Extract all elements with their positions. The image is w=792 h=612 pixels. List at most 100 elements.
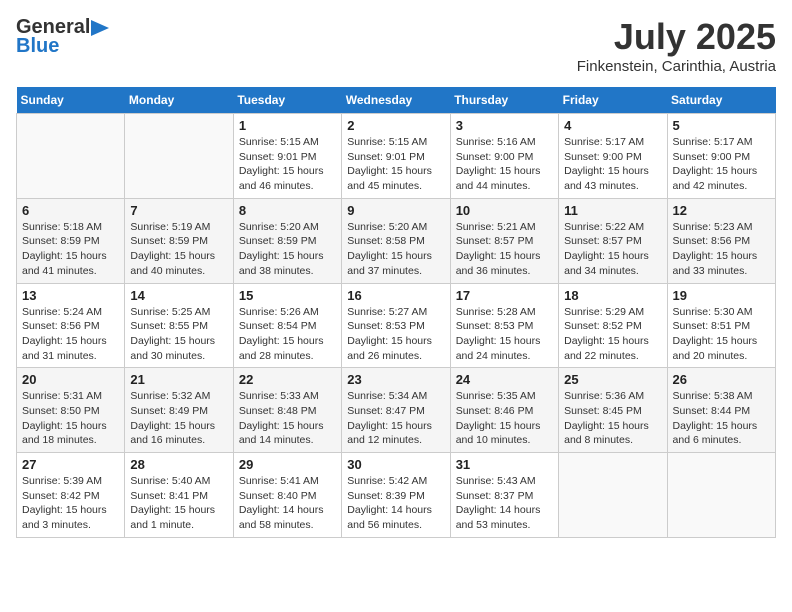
calendar-day-cell: 2Sunrise: 5:15 AMSunset: 9:01 PMDaylight… [342, 114, 450, 199]
day-number: 22 [239, 372, 336, 387]
calendar-day-cell: 19 Sunrise: 5:30 AMSunset: 8:51 PMDayligh… [667, 283, 775, 368]
weekday-header-sunday: Sunday [17, 87, 125, 114]
day-detail: Sunrise: 5:19 AMSunset: 8:59 PMDaylight:… [130, 221, 215, 277]
day-number: 13 [22, 288, 119, 303]
calendar-day-cell: 18Sunrise: 5:29 AMSunset: 8:52 PMDayligh… [559, 283, 667, 368]
day-number: 3 [456, 118, 553, 133]
day-number: 28 [130, 457, 227, 472]
calendar-day-cell [17, 114, 125, 199]
day-number: 18 [564, 288, 661, 303]
calendar-day-cell: 31Sunrise: 5:43 AMSunset: 8:37 PMDayligh… [450, 453, 558, 538]
day-detail: Sunrise: 5:41 AMSunset: 8:40 PMDaylight:… [239, 475, 324, 531]
weekday-header-saturday: Saturday [667, 87, 775, 114]
calendar-day-cell: 30 Sunrise: 5:42 AMSunset: 8:39 PMDayligh… [342, 453, 450, 538]
calendar-day-cell: 26 Sunrise: 5:38 AMSunset: 8:44 PMDayligh… [667, 368, 775, 453]
day-number: 6 [22, 203, 119, 218]
day-number: 21 [130, 372, 227, 387]
day-number: 9 [347, 203, 444, 218]
calendar-day-cell: 20Sunrise: 5:31 AMSunset: 8:50 PMDayligh… [17, 368, 125, 453]
weekday-header-monday: Monday [125, 87, 233, 114]
calendar-day-cell: 27 Sunrise: 5:39 AMSunset: 8:42 PMDayligh… [17, 453, 125, 538]
day-number: 17 [456, 288, 553, 303]
calendar-day-cell [559, 453, 667, 538]
day-number: 5 [673, 118, 770, 133]
day-detail: Sunrise: 5:15 AMSunset: 9:01 PMDaylight:… [239, 136, 324, 192]
day-number: 14 [130, 288, 227, 303]
day-detail: Sunrise: 5:25 AMSunset: 8:55 PMDaylight:… [130, 306, 215, 362]
calendar-week-row: 13 Sunrise: 5:24 AMSunset: 8:56 PMDayligh… [17, 283, 776, 368]
day-detail: Sunrise: 5:27 AMSunset: 8:53 PMDaylight:… [347, 306, 432, 362]
location-title: Finkenstein, Carinthia, Austria [577, 58, 776, 75]
calendar-day-cell: 13 Sunrise: 5:24 AMSunset: 8:56 PMDayligh… [17, 283, 125, 368]
day-detail: Sunrise: 5:42 AMSunset: 8:39 PMDaylight:… [347, 475, 432, 531]
weekday-header-row: SundayMondayTuesdayWednesdayThursdayFrid… [17, 87, 776, 114]
day-number: 19 [673, 288, 770, 303]
page-header: General Blue July 2025 Finkenstein, Cari… [16, 16, 776, 75]
day-number: 8 [239, 203, 336, 218]
day-number: 24 [456, 372, 553, 387]
day-number: 10 [456, 203, 553, 218]
calendar-day-cell: 29Sunrise: 5:41 AMSunset: 8:40 PMDayligh… [233, 453, 341, 538]
day-number: 4 [564, 118, 661, 133]
day-detail: Sunrise: 5:43 AMSunset: 8:37 PMDaylight:… [456, 475, 541, 531]
calendar-day-cell: 7 Sunrise: 5:19 AMSunset: 8:59 PMDaylight… [125, 198, 233, 283]
calendar-day-cell: 24 Sunrise: 5:35 AMSunset: 8:46 PMDayligh… [450, 368, 558, 453]
day-detail: Sunrise: 5:24 AMSunset: 8:56 PMDaylight:… [22, 306, 107, 362]
weekday-header-tuesday: Tuesday [233, 87, 341, 114]
calendar-day-cell: 16 Sunrise: 5:27 AMSunset: 8:53 PMDayligh… [342, 283, 450, 368]
calendar-day-cell: 3 Sunrise: 5:16 AMSunset: 9:00 PMDaylight… [450, 114, 558, 199]
title-section: July 2025 Finkenstein, Carinthia, Austri… [577, 16, 776, 75]
calendar-day-cell: 25Sunrise: 5:36 AMSunset: 8:45 PMDayligh… [559, 368, 667, 453]
day-detail: Sunrise: 5:35 AMSunset: 8:46 PMDaylight:… [456, 390, 541, 446]
day-detail: Sunrise: 5:21 AMSunset: 8:57 PMDaylight:… [456, 221, 541, 277]
calendar-table: SundayMondayTuesdayWednesdayThursdayFrid… [16, 87, 776, 538]
day-number: 12 [673, 203, 770, 218]
calendar-week-row: 1 Sunrise: 5:15 AMSunset: 9:01 PMDaylight… [17, 114, 776, 199]
day-detail: Sunrise: 5:23 AMSunset: 8:56 PMDaylight:… [673, 221, 758, 277]
day-detail: Sunrise: 5:17 AMSunset: 9:00 PMDaylight:… [673, 136, 758, 192]
day-detail: Sunrise: 5:40 AMSunset: 8:41 PMDaylight:… [130, 475, 215, 531]
logo-blue-text: Blue [16, 35, 59, 58]
day-detail: Sunrise: 5:33 AMSunset: 8:48 PMDaylight:… [239, 390, 324, 446]
day-detail: Sunrise: 5:22 AMSunset: 8:57 PMDaylight:… [564, 221, 649, 277]
day-detail: Sunrise: 5:32 AMSunset: 8:49 PMDaylight:… [130, 390, 215, 446]
calendar-day-cell: 15 Sunrise: 5:26 AMSunset: 8:54 PMDayligh… [233, 283, 341, 368]
weekday-header-wednesday: Wednesday [342, 87, 450, 114]
calendar-day-cell: 10 Sunrise: 5:21 AMSunset: 8:57 PMDayligh… [450, 198, 558, 283]
calendar-day-cell: 11 Sunrise: 5:22 AMSunset: 8:57 PMDayligh… [559, 198, 667, 283]
weekday-header-friday: Friday [559, 87, 667, 114]
calendar-day-cell: 14 Sunrise: 5:25 AMSunset: 8:55 PMDayligh… [125, 283, 233, 368]
day-number: 11 [564, 203, 661, 218]
day-number: 15 [239, 288, 336, 303]
day-number: 23 [347, 372, 444, 387]
calendar-day-cell: 6Sunrise: 5:18 AMSunset: 8:59 PMDaylight… [17, 198, 125, 283]
day-detail: Sunrise: 5:16 AMSunset: 9:00 PMDaylight:… [456, 136, 541, 192]
day-number: 1 [239, 118, 336, 133]
logo-triangle-icon [91, 20, 109, 36]
calendar-day-cell [667, 453, 775, 538]
logo: General Blue [16, 16, 110, 58]
calendar-week-row: 20Sunrise: 5:31 AMSunset: 8:50 PMDayligh… [17, 368, 776, 453]
day-detail: Sunrise: 5:31 AMSunset: 8:50 PMDaylight:… [22, 390, 107, 446]
day-detail: Sunrise: 5:30 AMSunset: 8:51 PMDaylight:… [673, 306, 758, 362]
day-detail: Sunrise: 5:34 AMSunset: 8:47 PMDaylight:… [347, 390, 432, 446]
day-number: 7 [130, 203, 227, 218]
calendar-day-cell: 22 Sunrise: 5:33 AMSunset: 8:48 PMDayligh… [233, 368, 341, 453]
day-detail: Sunrise: 5:36 AMSunset: 8:45 PMDaylight:… [564, 390, 649, 446]
calendar-day-cell: 4Sunrise: 5:17 AMSunset: 9:00 PMDaylight… [559, 114, 667, 199]
calendar-week-row: 27 Sunrise: 5:39 AMSunset: 8:42 PMDayligh… [17, 453, 776, 538]
day-detail: Sunrise: 5:38 AMSunset: 8:44 PMDaylight:… [673, 390, 758, 446]
day-detail: Sunrise: 5:26 AMSunset: 8:54 PMDaylight:… [239, 306, 324, 362]
calendar-week-row: 6Sunrise: 5:18 AMSunset: 8:59 PMDaylight… [17, 198, 776, 283]
calendar-day-cell: 9Sunrise: 5:20 AMSunset: 8:58 PMDaylight… [342, 198, 450, 283]
day-number: 27 [22, 457, 119, 472]
calendar-day-cell: 17Sunrise: 5:28 AMSunset: 8:53 PMDayligh… [450, 283, 558, 368]
day-number: 30 [347, 457, 444, 472]
day-number: 26 [673, 372, 770, 387]
day-detail: Sunrise: 5:39 AMSunset: 8:42 PMDaylight:… [22, 475, 107, 531]
day-number: 16 [347, 288, 444, 303]
calendar-day-cell: 8Sunrise: 5:20 AMSunset: 8:59 PMDaylight… [233, 198, 341, 283]
day-number: 2 [347, 118, 444, 133]
calendar-day-cell: 5 Sunrise: 5:17 AMSunset: 9:00 PMDaylight… [667, 114, 775, 199]
calendar-day-cell: 1 Sunrise: 5:15 AMSunset: 9:01 PMDaylight… [233, 114, 341, 199]
